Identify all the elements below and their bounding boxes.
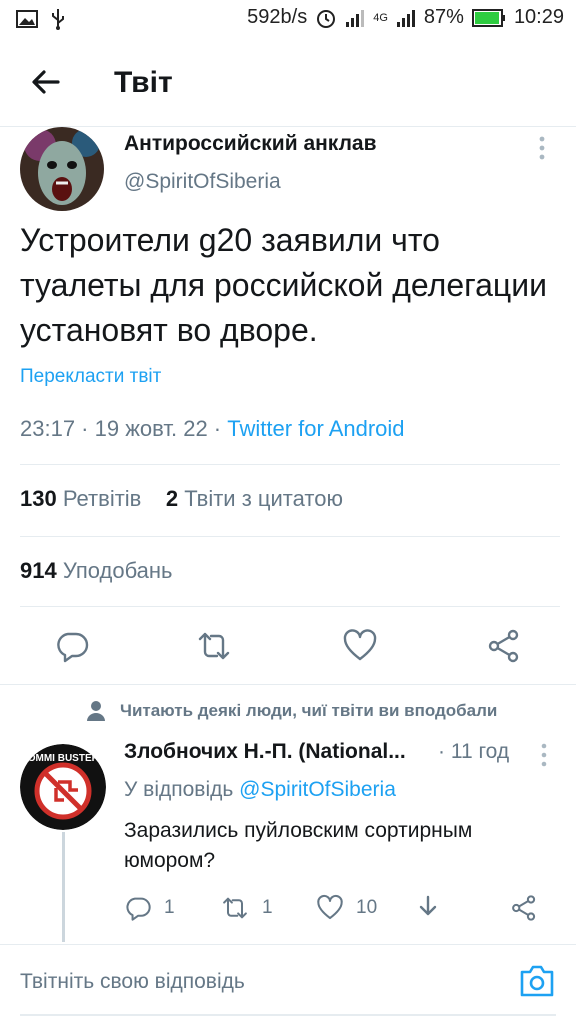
header: Твіт: [0, 40, 576, 127]
reply-icon[interactable]: [124, 894, 152, 922]
social-context: Читають деякі люди, чиї твіти ви вподоба…: [86, 700, 497, 722]
reply-reply-count: 1: [164, 897, 175, 918]
reply-reply-button[interactable]: 1: [124, 894, 175, 922]
reply-share-icon[interactable]: [510, 894, 538, 922]
reply-more-options-icon[interactable]: [538, 742, 550, 768]
divider: [20, 606, 560, 607]
status-left: [16, 8, 66, 30]
translate-tweet-link[interactable]: Перекласти твіт: [20, 366, 161, 388]
reply-author-avatar[interactable]: COMMI BUSTERS: [20, 744, 106, 830]
compose-underline: [20, 1014, 556, 1016]
likes-count[interactable]: 914: [20, 558, 57, 583]
network-speed: 592b/s: [247, 6, 308, 28]
battery-percent: 87%: [423, 6, 464, 28]
signal-icon-2: [396, 9, 415, 27]
thread-line: [62, 832, 65, 942]
divider: [20, 464, 560, 465]
tweet-text: Устроители g20 заявили что туалеты для р…: [20, 222, 547, 348]
clock: 10:29: [513, 6, 564, 28]
compose-divider: [0, 944, 576, 945]
replying-to-prefix: У відповідь: [124, 778, 234, 801]
reply-author-name[interactable]: Злобночих Н.-П. (National...: [124, 740, 444, 764]
social-context-text: Читають деякі люди, чиї твіти ви вподоба…: [120, 701, 498, 720]
reply-timestamp: · 11 год: [438, 740, 510, 763]
gallery-icon: [16, 10, 38, 28]
avatar-badge-text: COMMI BUSTERS: [21, 753, 106, 764]
reply-retweet-button[interactable]: 1: [220, 894, 273, 922]
retweet-icon[interactable]: [220, 894, 250, 922]
download-icon[interactable]: [414, 894, 442, 922]
page-title: Твіт: [114, 66, 173, 99]
alarm-icon: [317, 9, 336, 28]
reply-actions: 1 1 10: [120, 892, 560, 928]
tweet-source-link[interactable]: Twitter for Android: [227, 416, 404, 441]
like-stats: 914 Уподобань: [20, 558, 173, 584]
author-name[interactable]: Антироссийский анклав: [124, 132, 377, 156]
more-options-icon[interactable]: [536, 134, 548, 162]
section-divider: [0, 684, 576, 685]
quotes-label[interactable]: Твіти з цитатою: [184, 486, 343, 511]
reply-icon[interactable]: [54, 628, 90, 664]
retweet-stats: 130 Ретвітів 2 Твіти з цитатою: [20, 486, 343, 512]
retweets-count[interactable]: 130: [20, 486, 57, 511]
status-bar: 592b/s 4G 87% 10:29: [0, 0, 576, 38]
status-right: 592b/s 4G 87% 10:29: [247, 6, 564, 29]
retweets-label[interactable]: Ретвітів: [63, 486, 142, 511]
person-icon: [87, 701, 105, 721]
reply-retweet-count: 1: [262, 897, 273, 918]
battery-icon: [471, 8, 505, 27]
back-arrow-icon[interactable]: [28, 64, 64, 100]
tweet-actions: [0, 618, 576, 674]
like-icon[interactable]: [342, 628, 378, 664]
tweet-meta: 23:17 · 19 жовт. 22 · Twitter for Androi…: [20, 416, 405, 442]
network-type: 4G: [373, 11, 388, 24]
share-icon[interactable]: [486, 628, 522, 664]
usb-icon: [52, 9, 64, 30]
divider: [20, 536, 560, 537]
reply-text: Заразились пуйловским сортирным юмором?: [124, 819, 473, 872]
replying-to-user-link[interactable]: @SpiritOfSiberia: [239, 778, 396, 801]
compose-reply-input[interactable]: Твітніть свою відповідь: [20, 970, 245, 994]
replying-to: У відповідь @SpiritOfSiberia: [124, 778, 396, 802]
quotes-count[interactable]: 2: [166, 486, 178, 511]
author-handle[interactable]: @SpiritOfSiberia: [124, 170, 281, 194]
author-avatar[interactable]: [20, 127, 104, 211]
tweet-timestamp: 23:17 · 19 жовт. 22 ·: [20, 416, 228, 441]
like-icon[interactable]: [316, 894, 344, 922]
signal-icon: [346, 9, 365, 27]
retweet-icon[interactable]: [196, 628, 232, 664]
likes-label[interactable]: Уподобань: [63, 558, 173, 583]
reply-like-count: 10: [356, 897, 378, 918]
reply-like-button[interactable]: 10: [316, 894, 377, 922]
camera-icon[interactable]: [518, 962, 556, 1000]
